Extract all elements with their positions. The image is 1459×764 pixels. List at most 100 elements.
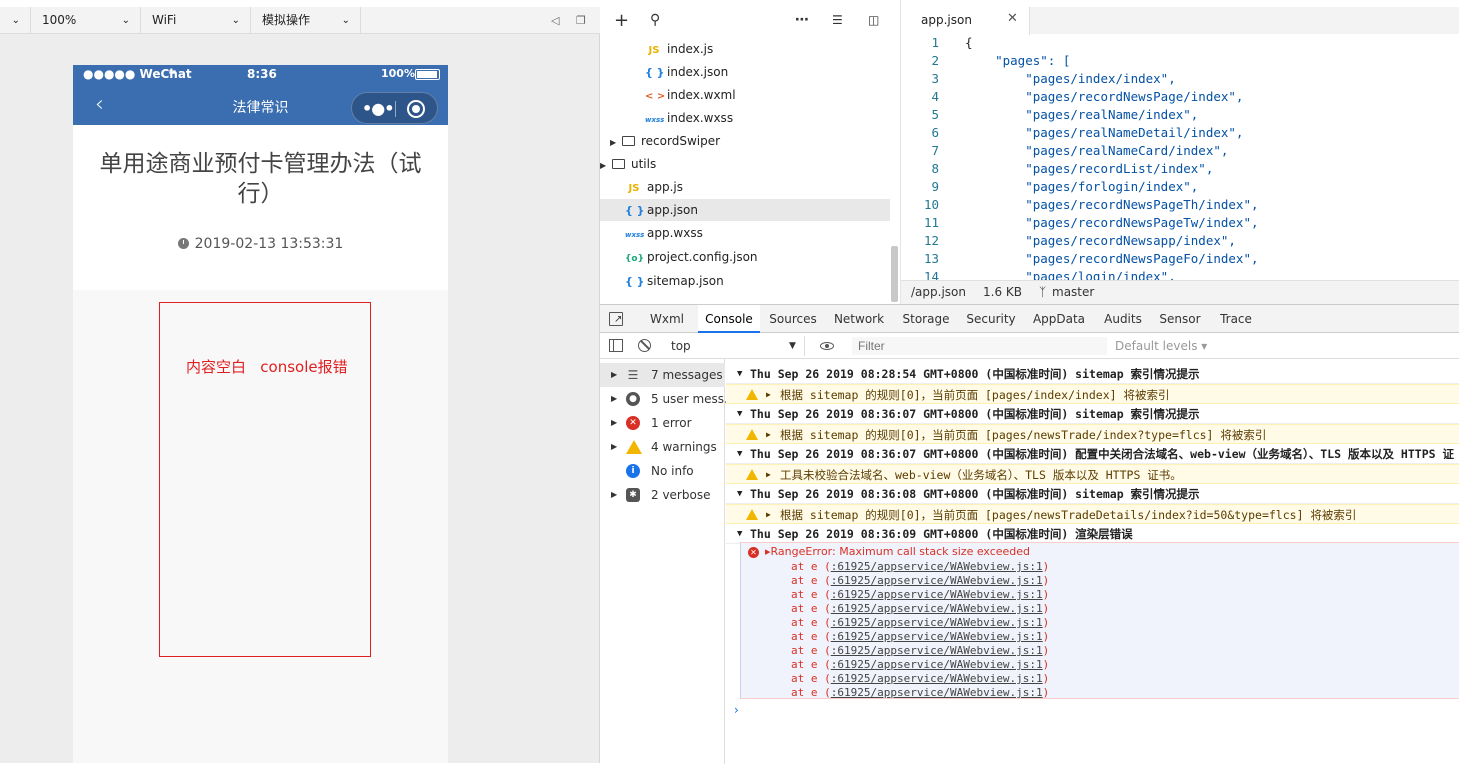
stack-frame-link[interactable]: :61925/appservice/WAWebview.js:1 [831,560,1043,573]
device-dropdown[interactable]: ⌄ [0,7,31,34]
stack-frame-link[interactable]: :61925/appservice/WAWebview.js:1 [831,574,1043,587]
sidebar-toggle-icon[interactable] [609,339,623,352]
collapse-arrow-icon[interactable]: ▼ [737,404,742,424]
expand-arrow-icon[interactable]: ▶ [611,363,623,387]
log-group-header[interactable]: ▼ Thu Sep 26 2019 08:36:09 GMT+0800 (中国标准… [726,524,1459,544]
stack-frame-prefix: at e ( [791,630,831,643]
console-filter-input[interactable] [852,337,1107,355]
more-dots-icon[interactable]: •●• [362,99,394,118]
tab-appdata[interactable]: AppData [1029,305,1089,333]
sidebar-item-error[interactable]: ▶ ✕ 1 error [600,411,725,435]
close-miniprogram-icon[interactable] [407,100,425,118]
console-prompt-icon[interactable]: › [734,703,739,717]
line-number: 5 [931,107,939,122]
outline-icon[interactable]: ☰ [832,7,843,34]
stack-frame-link[interactable]: :61925/appservice/WAWebview.js:1 [831,686,1043,699]
log-text: Thu Sep 26 2019 08:36:07 GMT+0800 (中国标准时… [750,407,1200,421]
article-date-row: 2019-02-13 13:53:31 [73,236,448,252]
sidebar-item-user[interactable]: ▶ ● 5 user mess... [600,387,735,411]
context-select[interactable]: top ▼ [665,336,805,356]
expand-arrow-icon[interactable]: ▶ [766,505,771,525]
tab-trace[interactable]: Trace [1212,305,1260,333]
operate-dropdown[interactable]: 模拟操作 ⌄ [251,7,361,34]
file-tree-scrollbar[interactable] [891,246,898,302]
log-levels-select[interactable]: Default levels ▾ [1115,333,1207,359]
sidebar-item-warning[interactable]: ▶ 4 warnings [600,435,725,459]
collapse-arrow-icon[interactable]: ▼ [737,444,742,464]
tab-storage[interactable]: Storage [896,305,956,333]
add-icon[interactable]: + [614,7,629,34]
more-icon[interactable]: ⋯ [795,7,809,34]
code-area[interactable]: 1{2 "pages": [3 "pages/index/index", 4 "p… [901,34,1459,280]
expand-arrow-icon[interactable]: ▶ [610,132,622,154]
code-line: 4 "pages/recordNewsPage/index", [901,88,1459,106]
expand-arrow-icon[interactable]: ▶ [600,155,612,177]
tree-item-index-wxml[interactable]: < > index.wxml [645,84,736,106]
stack-frame-link[interactable]: :61925/appservice/WAWebview.js:1 [831,672,1043,685]
stack-frame-link[interactable]: :61925/appservice/WAWebview.js:1 [831,588,1043,601]
code-text: "pages/recordNewsapp/index", [965,233,1236,248]
log-group-header[interactable]: ▼ Thu Sep 26 2019 08:36:07 GMT+0800 (中国标准… [726,444,1459,464]
tree-item-index-wxss[interactable]: wxss index.wxss [645,107,733,129]
tab-sources[interactable]: Sources [765,305,821,333]
stack-frame-link[interactable]: :61925/appservice/WAWebview.js:1 [831,616,1043,629]
editor-tabbar: app.json ✕ [901,0,1459,35]
tree-item-utils[interactable]: ▶ utils [600,153,656,175]
tree-item-index-js[interactable]: JS index.js [645,38,714,60]
expand-arrow-icon[interactable]: ▶ [766,385,771,405]
tab-security[interactable]: Security [961,305,1021,333]
split-icon[interactable]: ◫ [868,7,879,34]
error-message[interactable]: ▸RangeError: Maximum call stack size exc… [765,545,1030,558]
log-warning[interactable]: ▶ 工具未校验合法域名、web-view（业务域名）、TLS 版本以及 HTTPS… [726,464,1459,484]
expand-arrow-icon[interactable]: ▶ [611,387,623,411]
tab-audits[interactable]: Audits [1097,305,1149,333]
git-branch-icon: ᛉ [1039,285,1047,299]
stack-frame-link[interactable]: :61925/appservice/WAWebview.js:1 [831,630,1043,643]
network-dropdown[interactable]: WiFi ⌄ [141,7,251,34]
tree-item-sitemap-json[interactable]: { } sitemap.json [625,270,724,292]
expand-arrow-icon[interactable]: ▶ [766,425,771,445]
editor-tab-app-json[interactable]: app.json ✕ [901,7,1030,35]
clear-console-icon[interactable] [638,339,651,352]
close-icon[interactable]: ✕ [1007,11,1018,26]
tab-wxml[interactable]: Wxml [644,305,690,333]
expand-arrow-icon[interactable]: ▶ [611,435,623,459]
log-group-header[interactable]: ▼ Thu Sep 26 2019 08:36:08 GMT+0800 (中国标准… [726,484,1459,504]
tree-item-app-js[interactable]: JS app.js [625,176,683,198]
inspect-element-icon[interactable] [609,312,623,326]
tab-network[interactable]: Network [827,305,891,333]
stack-frame-link[interactable]: :61925/appservice/WAWebview.js:1 [831,644,1043,657]
stack-frame-link[interactable]: :61925/appservice/WAWebview.js:1 [831,658,1043,671]
expand-arrow-icon[interactable]: ▶ [766,465,771,485]
tab-console[interactable]: Console [698,305,760,333]
log-group-header[interactable]: ▼ Thu Sep 26 2019 08:28:54 GMT+0800 (中国标准… [726,364,1459,384]
stack-frame-link[interactable]: :61925/appservice/WAWebview.js:1 [831,602,1043,615]
tree-item-app-json[interactable]: { } app.json [600,199,890,221]
eye-icon[interactable] [820,342,834,350]
sidebar-item-list[interactable]: ▶ ☰ 7 messages [600,363,725,387]
volume-icon[interactable]: ◁ [551,7,559,34]
zoom-dropdown[interactable]: 100% ⌄ [31,7,141,34]
stack-frame-suffix: ) [1042,560,1050,573]
menu-capsule[interactable]: •●• [351,92,438,124]
editor-tab-label: app.json [921,13,972,27]
collapse-arrow-icon[interactable]: ▼ [737,364,742,384]
sidebar-item-bug[interactable]: ▶ ✱ 2 verbose [600,483,725,507]
expand-arrow-icon[interactable]: ▶ [611,483,623,507]
log-group-header[interactable]: ▼ Thu Sep 26 2019 08:36:07 GMT+0800 (中国标准… [726,404,1459,424]
chevron-down-icon: ⌄ [11,15,20,26]
tab-sensor[interactable]: Sensor [1153,305,1207,333]
search-icon[interactable]: ⚲ [650,7,660,34]
collapse-arrow-icon[interactable]: ▼ [737,484,742,504]
tree-item-recordswiper[interactable]: ▶ recordSwiper [610,130,720,152]
log-warning[interactable]: ▶ 根据 sitemap 的规则[0]，当前页面 [pages/newsTrade… [726,424,1459,444]
tree-item-app-wxss[interactable]: wxss app.wxss [625,222,703,244]
collapse-arrow-icon[interactable]: ▼ [737,524,742,544]
expand-arrow-icon[interactable]: ▶ [611,411,623,435]
tree-item-project-config-json[interactable]: {o} project.config.json [625,246,758,268]
sidebar-item-info[interactable]: i No info [600,459,725,483]
window-icon[interactable]: ❐ [576,7,586,34]
log-warning[interactable]: ▶ 根据 sitemap 的规则[0]，当前页面 [pages/index/ind… [726,384,1459,404]
log-warning[interactable]: ▶ 根据 sitemap 的规则[0]，当前页面 [pages/newsTrade… [726,504,1459,524]
tree-item-index-json[interactable]: { } index.json [645,61,728,83]
